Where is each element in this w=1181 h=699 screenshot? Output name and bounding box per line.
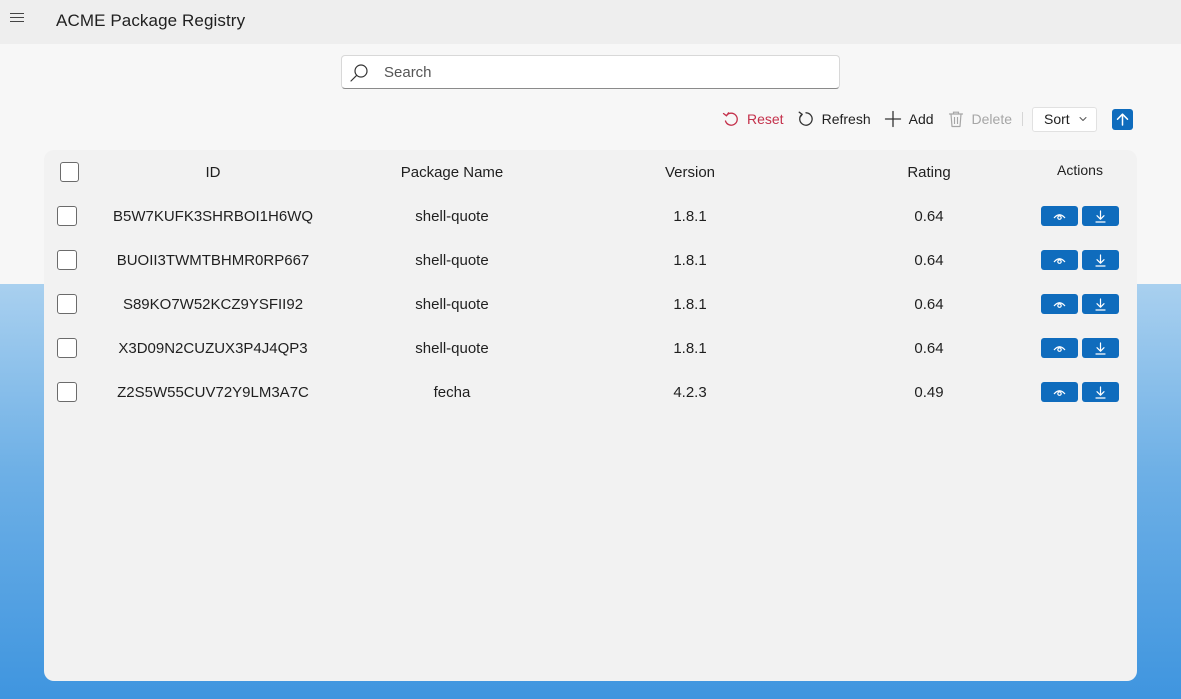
download-button[interactable] [1082, 382, 1119, 402]
eye-icon [1053, 257, 1066, 264]
download-icon [1095, 385, 1106, 399]
plus-icon [884, 110, 901, 128]
undo-icon [722, 112, 738, 126]
hamburger-icon[interactable] [10, 13, 24, 24]
download-icon [1095, 341, 1106, 355]
search-input[interactable] [384, 62, 824, 82]
column-header-version[interactable]: Version [570, 150, 810, 194]
column-header-package-name[interactable]: Package Name [332, 150, 572, 194]
add-label: Add [908, 111, 934, 127]
eye-icon [1053, 213, 1066, 220]
refresh-label: Refresh [821, 111, 871, 127]
toolbar-divider [1022, 112, 1023, 126]
refresh-button[interactable]: Refresh [796, 109, 871, 129]
view-button[interactable] [1041, 250, 1078, 270]
table-row[interactable]: BUOII3TWMTBHMR0RP667 shell-quote 1.8.1 0… [44, 238, 1137, 282]
top-bar: ACME Package Registry [0, 0, 1181, 44]
cell-package-name: shell-quote [415, 207, 489, 225]
chevron-down-icon [1079, 117, 1087, 121]
cell-rating: 0.64 [914, 251, 944, 269]
view-button[interactable] [1041, 294, 1078, 314]
cell-package-name: shell-quote [415, 251, 489, 269]
cell-version: 4.2.3 [673, 383, 707, 401]
cell-id: BUOII3TWMTBHMR0RP667 [116, 251, 310, 269]
view-button[interactable] [1041, 338, 1078, 358]
table-row[interactable]: S89KO7W52KCZ9YSFII92 shell-quote 1.8.1 0… [44, 282, 1137, 326]
cell-rating: 0.64 [914, 295, 944, 313]
cell-version: 1.8.1 [673, 207, 707, 225]
cell-version: 1.8.1 [673, 295, 707, 313]
arrow-up-icon [1116, 112, 1129, 126]
download-icon [1095, 209, 1106, 223]
download-button[interactable] [1082, 206, 1119, 226]
select-all-checkbox[interactable] [60, 162, 79, 182]
row-check-cell [57, 238, 79, 282]
delete-label: Delete [971, 111, 1012, 127]
app-title: ACME Package Registry [56, 11, 246, 30]
eye-icon [1053, 389, 1066, 396]
table-row[interactable]: X3D09N2CUZUX3P4J4QP3 shell-quote 1.8.1 0… [44, 326, 1137, 370]
cell-id: B5W7KUFK3SHRBOI1H6WQ [112, 207, 314, 225]
cell-id: Z2S5W55CUV72Y9LM3A7C [117, 383, 309, 401]
header-check-cell [57, 150, 79, 194]
row-checkbox[interactable] [57, 294, 77, 314]
cell-id: S89KO7W52KCZ9YSFII92 [122, 295, 304, 313]
row-check-cell [57, 194, 79, 238]
view-button[interactable] [1041, 206, 1078, 226]
eye-icon [1053, 301, 1066, 308]
row-checkbox[interactable] [57, 382, 77, 402]
cell-version: 1.8.1 [673, 251, 707, 269]
search-icon [350, 64, 368, 82]
reset-button[interactable]: Reset [721, 109, 784, 129]
cell-rating: 0.64 [914, 207, 944, 225]
cell-id: X3D09N2CUZUX3P4J4QP3 [118, 339, 308, 357]
add-button[interactable]: Add [883, 109, 934, 129]
row-check-cell [57, 370, 79, 414]
cell-actions [1024, 194, 1136, 238]
column-header-rating[interactable]: Rating [809, 150, 1049, 194]
table-row[interactable]: Z2S5W55CUV72Y9LM3A7C fecha 4.2.3 0.49 [44, 370, 1137, 414]
row-checkbox[interactable] [57, 338, 77, 358]
cell-actions [1024, 282, 1136, 326]
cell-actions [1024, 238, 1136, 282]
download-button[interactable] [1082, 250, 1119, 270]
view-button[interactable] [1041, 382, 1078, 402]
toolbar: Reset Refresh Add Delete Sort [709, 106, 1133, 132]
cell-actions [1024, 370, 1136, 414]
download-icon [1095, 253, 1106, 267]
table-row[interactable]: B5W7KUFK3SHRBOI1H6WQ shell-quote 1.8.1 0… [44, 194, 1137, 238]
cell-package-name: shell-quote [415, 295, 489, 313]
sort-direction-button[interactable] [1112, 108, 1133, 130]
row-checkbox[interactable] [57, 250, 77, 270]
search-bar [341, 55, 840, 89]
column-header-actions: Actions [1057, 162, 1103, 178]
cell-rating: 0.49 [914, 383, 944, 401]
table-header: ID Package Name Version Rating Actions [44, 150, 1137, 194]
delete-button[interactable]: Delete [946, 109, 1012, 129]
cell-rating: 0.64 [914, 339, 944, 357]
cell-package-name: fecha [433, 383, 471, 401]
download-button[interactable] [1082, 294, 1119, 314]
trash-icon [948, 111, 963, 128]
row-check-cell [57, 282, 79, 326]
cell-version: 1.8.1 [673, 339, 707, 357]
download-button[interactable] [1082, 338, 1119, 358]
cell-actions [1024, 326, 1136, 370]
reset-label: Reset [747, 111, 784, 127]
refresh-icon [798, 111, 813, 126]
sort-label: Sort [1044, 111, 1070, 127]
cell-package-name: shell-quote [415, 339, 489, 357]
package-table: ID Package Name Version Rating Actions B… [44, 150, 1137, 681]
row-check-cell [57, 326, 79, 370]
download-icon [1095, 297, 1106, 311]
eye-icon [1053, 345, 1066, 352]
row-checkbox[interactable] [57, 206, 77, 226]
sort-dropdown[interactable]: Sort [1032, 106, 1097, 132]
column-header-id[interactable]: ID [93, 150, 333, 194]
